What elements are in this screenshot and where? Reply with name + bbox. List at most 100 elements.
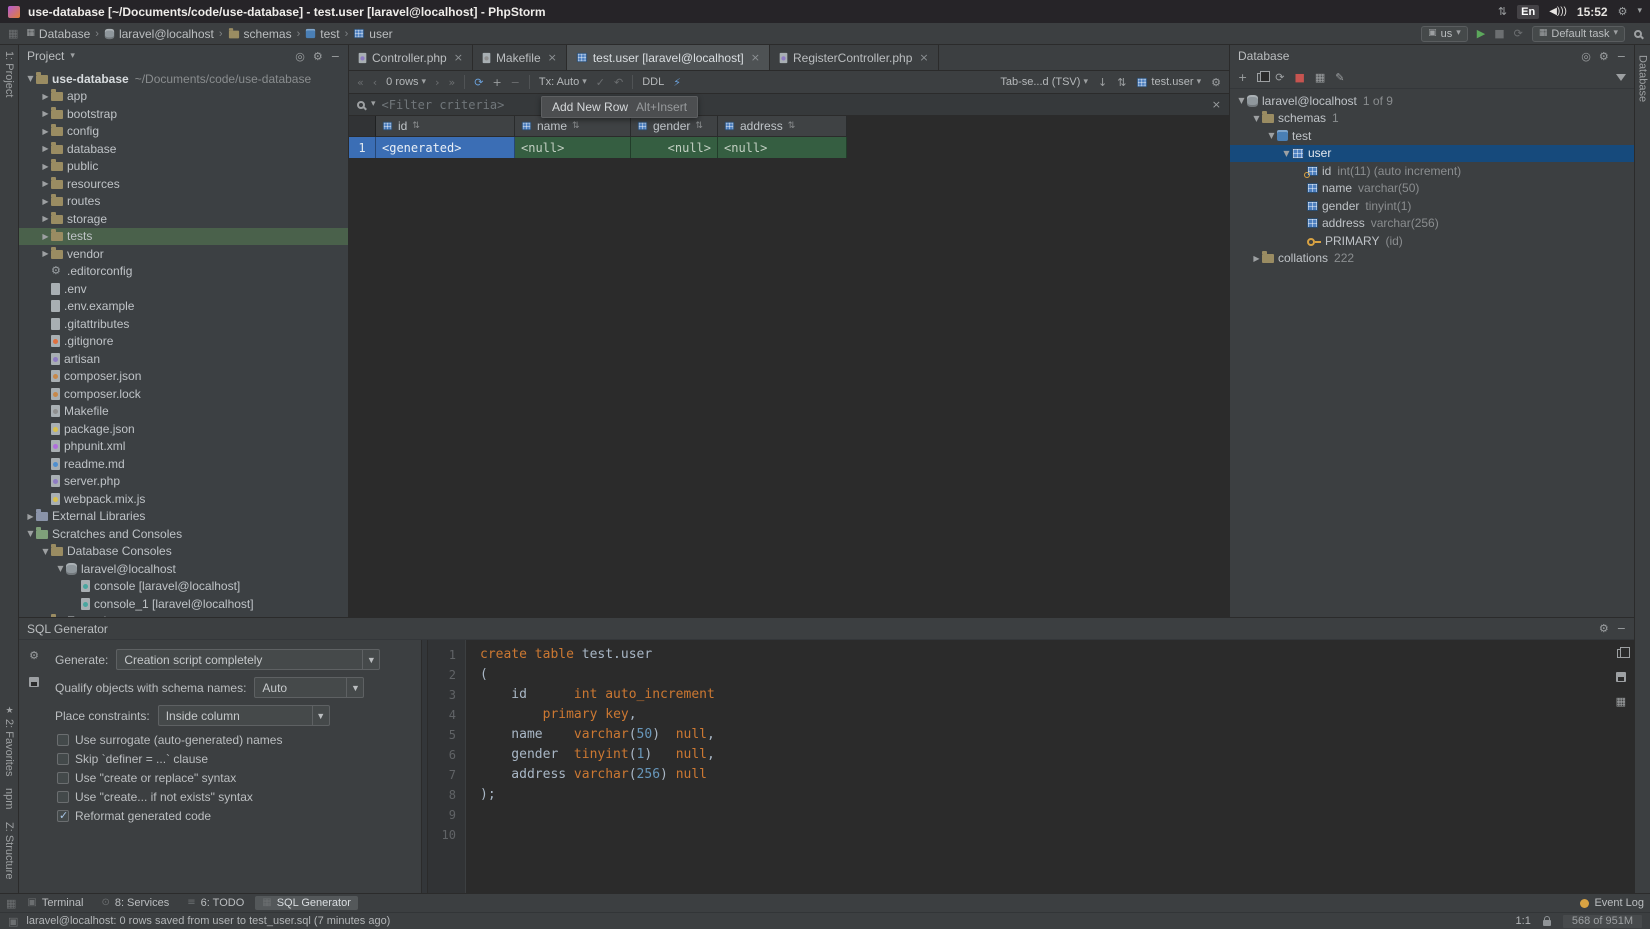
tree-down-arrow-icon[interactable]: ▼: [1281, 149, 1292, 158]
database-tree-item[interactable]: gendertinyint(1): [1230, 197, 1634, 215]
event-log-button[interactable]: Event Log: [1580, 897, 1644, 909]
project-tree-item[interactable]: artisan: [19, 350, 348, 368]
settings-icon[interactable]: [1599, 51, 1609, 62]
sort-icon[interactable]: [695, 122, 703, 131]
generate-select[interactable]: Creation script completely ▼: [116, 649, 380, 670]
toolwindow-quick-access-icon[interactable]: [6, 898, 16, 909]
breadcrumb-item[interactable]: test: [305, 27, 339, 41]
filter-search-icon[interactable]: [357, 101, 365, 109]
tree-right-arrow-icon[interactable]: ▶: [40, 214, 51, 223]
checkbox-row[interactable]: Use "create or replace" syntax: [57, 771, 413, 785]
download-data-icon[interactable]: [1098, 77, 1107, 88]
previous-page-icon[interactable]: [373, 77, 377, 88]
chevron-down-icon[interactable]: [371, 100, 376, 109]
project-tree-item[interactable]: ▶resources: [19, 175, 348, 193]
tree-right-arrow-icon[interactable]: ▶: [40, 92, 51, 101]
grid-cell[interactable]: <null>: [631, 137, 718, 158]
project-tree-item[interactable]: phpunit.xml: [19, 438, 348, 456]
project-tree-item[interactable]: .env.example: [19, 298, 348, 316]
tree-right-arrow-icon[interactable]: ▶: [40, 162, 51, 171]
open-table-icon[interactable]: [1315, 72, 1325, 83]
sort-icon[interactable]: [572, 122, 580, 131]
export-format-dropdown[interactable]: Tab-se...d (TSV): [1000, 76, 1088, 88]
tree-down-arrow-icon[interactable]: ▼: [40, 547, 51, 556]
rerun-button[interactable]: [1514, 28, 1523, 39]
project-tree-item[interactable]: ▼laravel@localhost: [19, 560, 348, 578]
database-title[interactable]: Database: [1238, 49, 1289, 63]
project-tree-item[interactable]: ▶storage: [19, 210, 348, 228]
session-menu-arrow-icon[interactable]: [1637, 7, 1642, 16]
project-tree-item[interactable]: package.json: [19, 420, 348, 438]
checkbox-row[interactable]: Skip `definer = ...` clause: [57, 752, 413, 766]
project-tree-item[interactable]: ▼Scratches and Consoles: [19, 525, 348, 543]
stop-button[interactable]: [1494, 28, 1504, 39]
project-tree-item[interactable]: ▶routes: [19, 193, 348, 211]
project-title[interactable]: Project: [27, 49, 64, 63]
grid-column-header[interactable]: address: [718, 116, 847, 137]
tree-right-arrow-icon[interactable]: ▶: [40, 232, 51, 241]
toolwindow-tab[interactable]: 6: TODO: [180, 896, 251, 910]
keyboard-layout-chip[interactable]: us: [1421, 26, 1468, 42]
save-code-icon[interactable]: [1616, 672, 1626, 682]
toolwindow-tab[interactable]: 8: Services: [94, 896, 176, 910]
toolwindow-tab[interactable]: Terminal: [20, 896, 90, 910]
tree-down-arrow-icon[interactable]: ▼: [25, 74, 36, 83]
toolwindow-stripe-button[interactable]: Database: [1637, 49, 1649, 108]
grid-column-header[interactable]: name: [515, 116, 631, 137]
delete-row-button[interactable]: [511, 77, 520, 88]
transaction-mode-dropdown[interactable]: Tx: Auto: [539, 76, 587, 88]
sort-icon[interactable]: [412, 122, 420, 131]
status-icon[interactable]: [8, 916, 18, 927]
project-tree-item[interactable]: ▶tests: [19, 228, 348, 246]
ddl-button[interactable]: DDL: [642, 76, 664, 88]
grid-cell[interactable]: <null>: [515, 137, 631, 158]
breadcrumb-item[interactable]: user: [353, 27, 392, 41]
toolwindow-stripe-button[interactable]: 2: Favorites: [3, 700, 15, 782]
keyboard-arrows-icon[interactable]: [1498, 6, 1507, 17]
qualify-select[interactable]: Auto ▼: [254, 677, 364, 698]
toolwindow-stripe-button[interactable]: 1: Project: [3, 45, 15, 103]
sort-icon[interactable]: [1117, 77, 1126, 88]
close-filter-icon[interactable]: [1212, 99, 1221, 110]
tree-right-arrow-icon[interactable]: ▶: [40, 179, 51, 188]
sql-code[interactable]: create table test.user( id int auto_incr…: [466, 640, 1634, 893]
breadcrumb-item[interactable]: schemas: [228, 27, 292, 41]
project-tree-item[interactable]: .editorconfig: [19, 263, 348, 281]
project-tree-item[interactable]: composer.json: [19, 368, 348, 386]
database-tree-item[interactable]: ▼laravel@localhost1 of 9: [1230, 92, 1634, 110]
project-tree-item[interactable]: console [laravel@localhost]: [19, 578, 348, 596]
locate-file-icon[interactable]: [295, 51, 305, 62]
stop-connection-icon[interactable]: [1294, 72, 1304, 83]
sort-icon[interactable]: [788, 122, 796, 131]
save-script-icon[interactable]: [29, 677, 39, 687]
grid-cell[interactable]: <generated>: [376, 137, 515, 158]
reload-data-icon[interactable]: [474, 77, 483, 88]
constraints-select[interactable]: Inside column ▼: [158, 705, 330, 726]
hide-panel-icon[interactable]: [1617, 623, 1626, 634]
project-tree-item[interactable]: ▶bootstrap: [19, 105, 348, 123]
database-tree-item[interactable]: ▼user: [1230, 145, 1634, 163]
project-tree-item[interactable]: Makefile: [19, 403, 348, 421]
settings-icon[interactable]: [1599, 623, 1609, 634]
toolwindow-switcher-icon[interactable]: [8, 28, 18, 39]
grid-settings-icon[interactable]: [1211, 77, 1221, 88]
last-page-icon[interactable]: [448, 77, 455, 88]
filter-criteria-input[interactable]: <Filter criteria>: [382, 98, 505, 112]
hide-panel-icon[interactable]: [331, 51, 340, 62]
project-tree-item[interactable]: ▶vendor: [19, 245, 348, 263]
search-everywhere-icon[interactable]: [1634, 30, 1642, 38]
project-tree-item[interactable]: ▶database: [19, 140, 348, 158]
open-in-editor-icon[interactable]: [1616, 696, 1626, 707]
toolwindow-stripe-button[interactable]: npm: [3, 782, 15, 815]
close-tab-icon[interactable]: [751, 52, 760, 63]
hide-panel-icon[interactable]: [1617, 51, 1626, 62]
duplicate-icon[interactable]: [1257, 73, 1265, 82]
editor-tab[interactable]: RegisterController.php: [770, 45, 939, 70]
language-indicator[interactable]: En: [1517, 5, 1539, 19]
breadcrumb-item[interactable]: laravel@localhost: [104, 27, 214, 41]
database-tree-item[interactable]: ▼schemas1: [1230, 110, 1634, 128]
checkbox-unchecked[interactable]: [57, 772, 69, 784]
close-tab-icon[interactable]: [919, 52, 928, 63]
caret-position[interactable]: 1:1: [1516, 915, 1531, 927]
project-tree-item[interactable]: ▶public: [19, 158, 348, 176]
